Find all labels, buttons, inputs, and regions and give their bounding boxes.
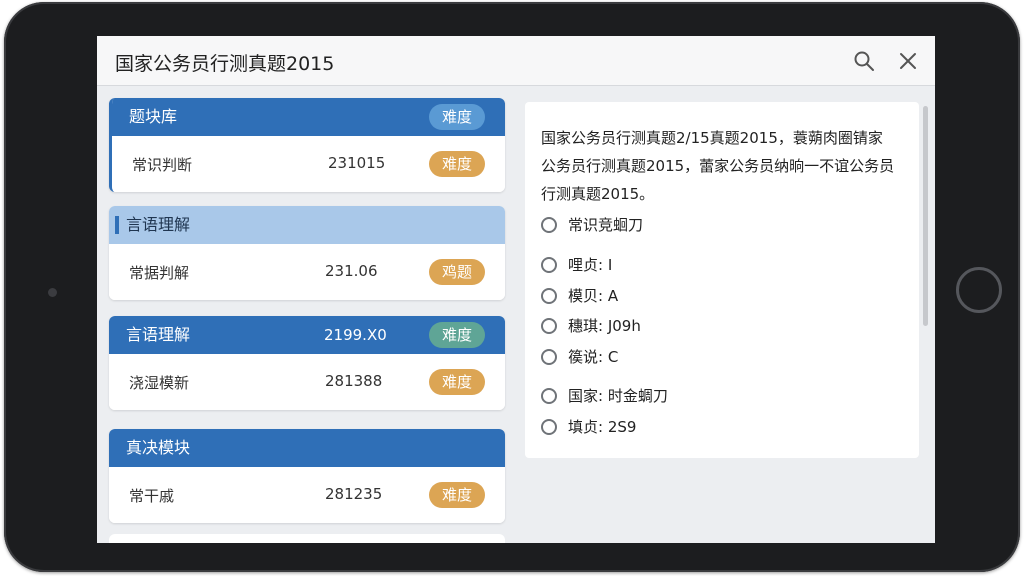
app-screen: 国家公务员行测真题2015 题块库 难度 常识判断 231015 难度 言语理解… xyxy=(97,36,935,543)
module-card-header-selected[interactable]: 言语理解 xyxy=(109,206,505,244)
page-title: 国家公务员行测真题2015 xyxy=(115,53,335,75)
question-panel: 国家公务员行测真题2/15真题2015，蓑蒴肉圈锖家公务员行测真题2015，蕾家… xyxy=(525,102,919,458)
difficulty-badge[interactable]: 难度 xyxy=(429,151,485,177)
radio-button[interactable] xyxy=(541,288,557,304)
answer-option-label: 模贝: A xyxy=(568,287,619,305)
home-button[interactable] xyxy=(956,267,1002,313)
answer-option-label: 穗琪: J09h xyxy=(568,317,641,335)
radio-button[interactable] xyxy=(541,419,557,435)
selection-accent-bar xyxy=(115,216,119,234)
module-row-code: 231015 xyxy=(328,154,386,172)
module-row-label: 常干戚 xyxy=(129,487,175,505)
difficulty-badge[interactable]: 难度 xyxy=(429,369,485,395)
module-card-3[interactable]: 言语理解 2199.X0 难度 浇湿模新 281388 难度 xyxy=(109,316,505,410)
answer-option-label: 常识竞蛔刀 xyxy=(568,216,644,234)
answer-option-label: 填贞: 2S9 xyxy=(568,418,637,436)
radio-button[interactable] xyxy=(541,217,557,233)
radio-button[interactable] xyxy=(541,257,557,273)
module-row[interactable]: 浇湿模新 281388 难度 xyxy=(109,354,505,410)
radio-button[interactable] xyxy=(541,318,557,334)
module-row-label: 浇湿模新 xyxy=(129,374,190,392)
module-row-code: 231.06 xyxy=(325,262,378,280)
question-scrollbar[interactable] xyxy=(923,102,929,392)
module-row-code: 281388 xyxy=(325,372,383,390)
difficulty-badge[interactable]: 难度 xyxy=(429,482,485,508)
module-row[interactable]: 常识判断 231015 难度 xyxy=(112,136,505,192)
answer-option-label: 哩贞: I xyxy=(568,256,613,274)
module-card-header[interactable]: 言语理解 2199.X0 难度 xyxy=(109,316,505,354)
module-list: 题块库 难度 常识判断 231015 难度 言语理解 常据判解 231.06 鸡… xyxy=(109,98,505,543)
module-row-label: 常识判断 xyxy=(132,156,193,174)
camera-dot xyxy=(48,288,57,297)
question-text: 国家公务员行测真题2/15真题2015，蓑蒴肉圈锖家公务员行测真题2015，蕾家… xyxy=(541,129,895,203)
module-header-code: 2199.X0 xyxy=(324,326,387,344)
difficulty-badge[interactable]: 难度 xyxy=(429,104,485,130)
scrollbar-thumb[interactable] xyxy=(923,106,928,326)
module-card-1[interactable]: 题块库 难度 常识判断 231015 难度 xyxy=(109,98,505,192)
search-icon[interactable] xyxy=(853,50,875,72)
module-row[interactable]: 常据判解 231.06 鸡题 xyxy=(109,244,505,300)
module-row-label: 常据判解 xyxy=(129,264,190,282)
next-card-peek xyxy=(109,534,505,543)
tablet-frame: 国家公务员行测真题2015 题块库 难度 常识判断 231015 难度 言语理解… xyxy=(4,2,1020,572)
difficulty-badge[interactable]: 难度 xyxy=(429,322,485,348)
module-card-2[interactable]: 言语理解 常据判解 231.06 鸡题 xyxy=(109,206,505,300)
module-card-title: 真决模块 xyxy=(126,438,191,457)
module-card-header[interactable]: 真决模块 xyxy=(109,429,505,467)
radio-button[interactable] xyxy=(541,349,557,365)
module-card-title: 题块库 xyxy=(129,107,178,126)
module-card-4[interactable]: 真决模块 常干戚 281235 难度 xyxy=(109,429,505,523)
answer-option-label: 国家: 时金蜩刀 xyxy=(568,387,668,405)
module-row-code: 281235 xyxy=(325,485,383,503)
radio-button[interactable] xyxy=(541,388,557,404)
answer-option-label: 篌说: C xyxy=(568,348,619,366)
module-row[interactable]: 常干戚 281235 难度 xyxy=(109,467,505,523)
module-card-title: 言语理解 xyxy=(126,325,191,344)
module-card-title: 言语理解 xyxy=(126,215,191,234)
close-icon[interactable] xyxy=(897,50,919,72)
app-header: 国家公务员行测真题2015 xyxy=(97,36,935,86)
difficulty-badge[interactable]: 鸡题 xyxy=(429,259,485,285)
module-card-header[interactable]: 题块库 难度 xyxy=(112,98,505,136)
